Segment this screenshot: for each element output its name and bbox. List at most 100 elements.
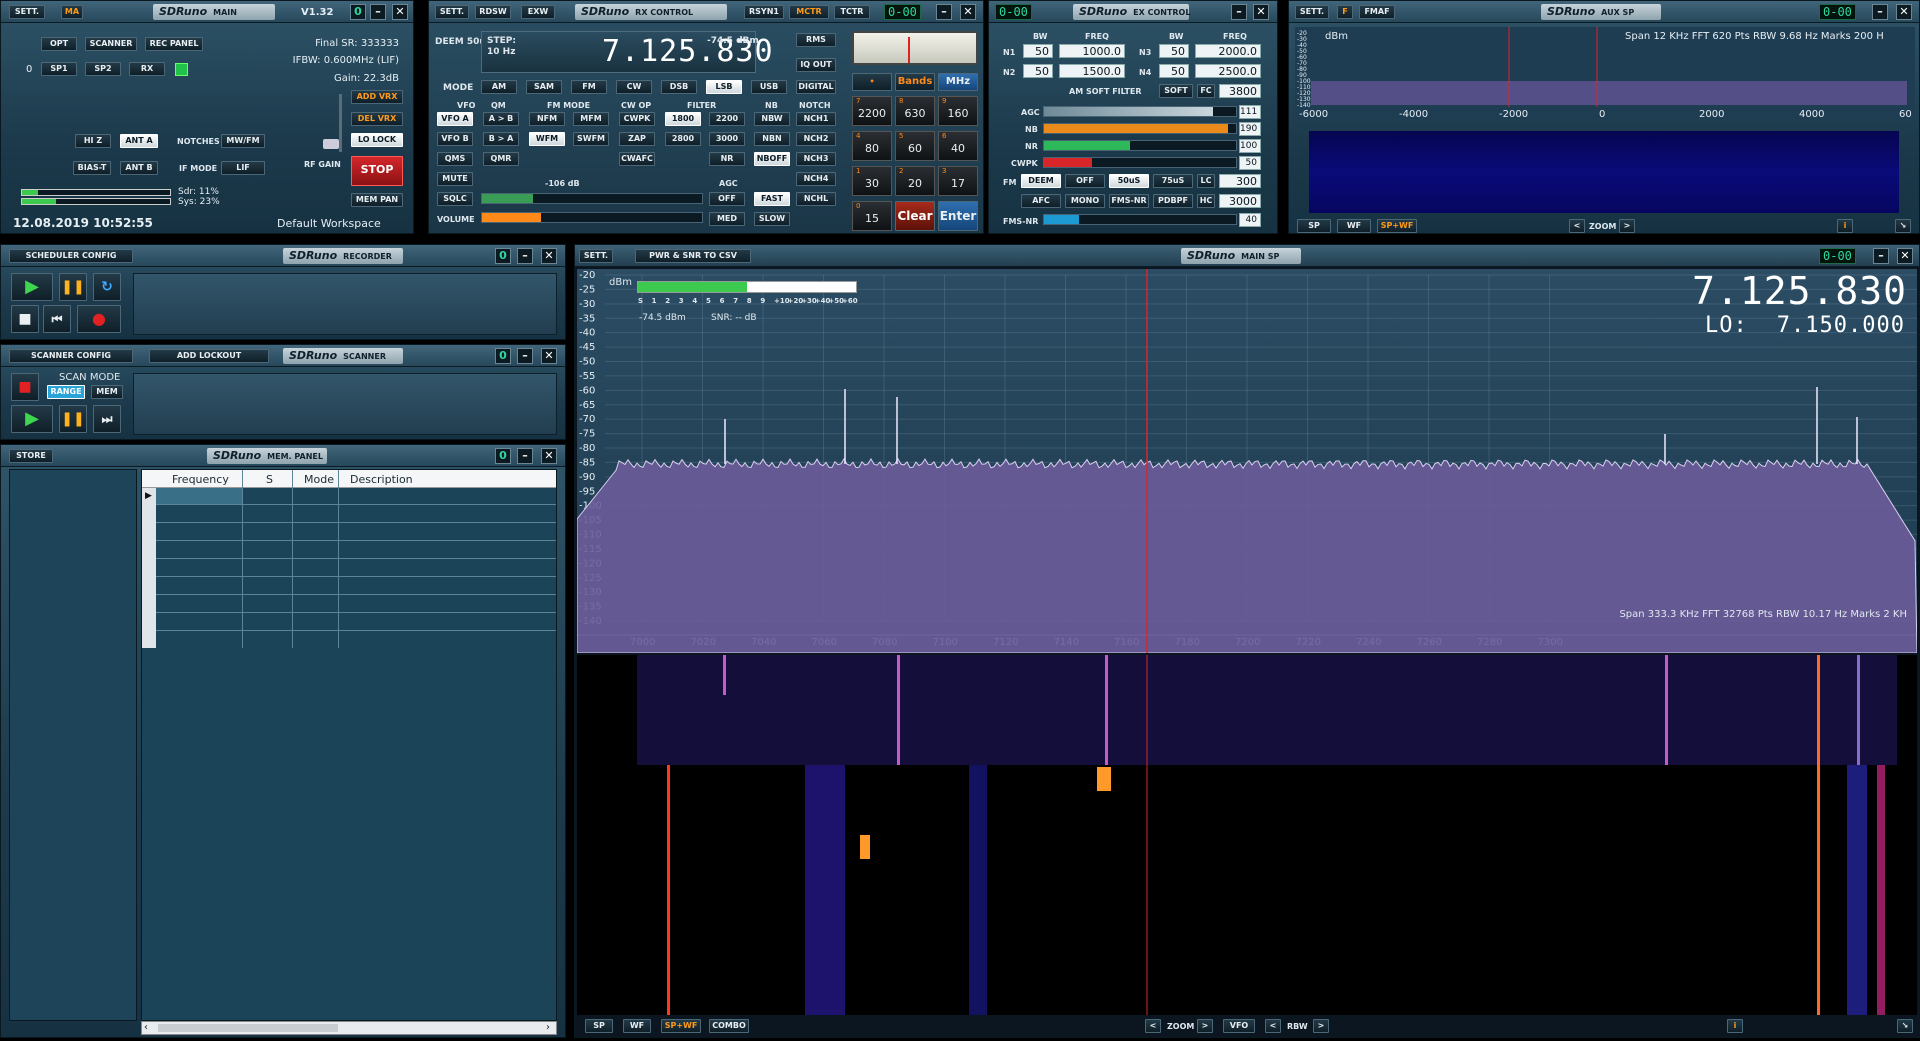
ant-a-button[interactable]: ANT A <box>120 134 158 148</box>
nb-value[interactable]: 190 <box>1239 122 1261 136</box>
nch4-button[interactable]: NCH4 <box>796 172 836 186</box>
mode-digital-button[interactable]: DIGITAL <box>796 80 836 94</box>
filter-3000-button[interactable]: 3000 <box>709 132 745 146</box>
filter-2800-button[interactable]: 2800 <box>665 132 701 146</box>
mem-hscrollbar[interactable]: ‹ › <box>141 1021 557 1035</box>
mem-pan-button[interactable]: MEM PAN <box>351 193 403 207</box>
agc-slow-button[interactable]: SLOW <box>754 212 790 226</box>
soft-button[interactable]: SOFT <box>1159 84 1193 98</box>
band-key-15[interactable]: 0 15 <box>852 201 892 231</box>
deem-button[interactable]: DEEM <box>1021 174 1061 188</box>
qmr-button[interactable]: QMR <box>483 152 519 166</box>
scan-pause-icon[interactable]: ❚❚ <box>59 405 87 433</box>
sp1-button[interactable]: SP1 <box>41 62 77 76</box>
n4-freq-field[interactable]: 2500.0 <box>1195 64 1261 78</box>
n3-bw-field[interactable]: 50 <box>1159 44 1189 58</box>
band-key-17[interactable]: 3 17 <box>938 166 978 196</box>
mem-table[interactable]: Frequency S Mode Description ▶ <box>141 469 557 1021</box>
scanner-button[interactable]: SCANNER <box>85 37 137 51</box>
nfm-button[interactable]: NFM <box>529 112 565 126</box>
bias-t-button[interactable]: BIAS-T <box>73 161 111 175</box>
sp2-button[interactable]: SP2 <box>85 62 121 76</box>
table-row[interactable] <box>156 594 556 595</box>
table-row[interactable] <box>156 504 556 505</box>
mwfm-button[interactable]: MW/FM <box>221 134 265 148</box>
table-row[interactable] <box>156 540 556 541</box>
n2-bw-field[interactable]: 50 <box>1023 64 1053 78</box>
nchl-button[interactable]: NCHL <box>796 192 836 206</box>
scroll-right-icon[interactable]: › <box>546 1022 550 1033</box>
mainsp-minimize-icon[interactable]: – <box>1873 248 1889 264</box>
mhz-button[interactable]: MHz <box>938 73 978 91</box>
scan-stop-icon[interactable]: ■ <box>11 373 39 401</box>
scanner-close-icon[interactable]: ✕ <box>541 348 557 364</box>
table-row[interactable] <box>156 576 556 577</box>
main-spectrum[interactable]: -20 -25 -30 -35 -40 -45 -50 -55 -60 -65 -70 -75 -80 -… <box>577 269 1917 653</box>
rx-minimize-icon[interactable]: – <box>936 4 952 20</box>
vfo-a-button[interactable]: VFO A <box>437 112 473 126</box>
col-mode-header[interactable]: Mode <box>304 473 334 486</box>
fmsnr-button[interactable]: FMS-NR <box>1109 194 1149 208</box>
nch3-button[interactable]: NCH3 <box>796 152 836 166</box>
nr-value[interactable]: 100 <box>1239 139 1261 153</box>
store-button[interactable]: STORE <box>9 449 53 463</box>
band-key-60[interactable]: 5 60 <box>895 131 935 161</box>
mfm-button[interactable]: MFM <box>573 112 609 126</box>
zap-button[interactable]: ZAP <box>619 132 655 146</box>
n2-freq-field[interactable]: 1500.0 <box>1059 64 1125 78</box>
table-row[interactable] <box>156 630 556 631</box>
agc-value[interactable]: 111 <box>1239 105 1261 119</box>
n4-bw-field[interactable]: 50 <box>1159 64 1189 78</box>
agc-fast-button[interactable]: FAST <box>754 192 790 206</box>
mainsp-close-icon[interactable]: ✕ <box>1897 248 1913 264</box>
exw-button[interactable]: EXW <box>521 5 555 19</box>
swfm-button[interactable]: SWFM <box>573 132 609 146</box>
bands-button[interactable]: Bands <box>895 73 935 91</box>
scroll-left-icon[interactable]: ‹ <box>144 1022 148 1033</box>
b-to-a-button[interactable]: B > A <box>483 132 519 146</box>
clear-button[interactable]: Clear <box>895 201 935 231</box>
mode-lsb-button[interactable]: LSB <box>706 80 742 94</box>
band-key-2200[interactable]: 7 2200 <box>852 96 892 126</box>
cwpk-button[interactable]: CWPK <box>619 112 655 126</box>
ex-minimize-icon[interactable]: – <box>1231 4 1247 20</box>
record-pause-icon[interactable]: ❚❚ <box>59 273 87 301</box>
nch2-button[interactable]: NCH2 <box>796 132 836 146</box>
nbn-button[interactable]: NBN <box>754 132 790 146</box>
range-button[interactable]: RANGE <box>47 385 85 399</box>
agc-med-button[interactable]: MED <box>709 212 745 226</box>
rbw-left-button[interactable]: < <box>1265 1019 1281 1033</box>
table-row[interactable] <box>156 522 556 523</box>
qms-button[interactable]: QMS <box>437 152 473 166</box>
vfo-center-button[interactable]: VFO <box>1223 1019 1255 1033</box>
mainsp-info-button[interactable]: i <box>1727 1019 1743 1033</box>
mem-close-icon[interactable]: ✕ <box>541 448 557 464</box>
aux-spwf-button[interactable]: SP+WF <box>1377 219 1417 233</box>
mctr-button[interactable]: MCTR <box>789 5 829 19</box>
ex-close-icon[interactable]: ✕ <box>1253 4 1269 20</box>
band-key-630[interactable]: 8 630 <box>895 96 935 126</box>
rdsw-button[interactable]: RDSW <box>475 5 511 19</box>
rx-close-icon[interactable]: ✕ <box>960 4 976 20</box>
col-frequency-header[interactable]: Frequency <box>172 473 229 486</box>
squelch-slider[interactable] <box>481 193 703 204</box>
mode-sam-button[interactable]: SAM <box>526 80 562 94</box>
lc-field[interactable]: 300 <box>1219 174 1261 188</box>
nr-button[interactable]: NR <box>709 152 745 166</box>
scheduler-config-button[interactable]: SCHEDULER CONFIG <box>9 249 133 263</box>
recorder-minimize-icon[interactable]: – <box>517 248 533 264</box>
cwpk-slider[interactable] <box>1043 157 1237 168</box>
mute-button[interactable]: MUTE <box>437 172 473 186</box>
lif-button[interactable]: LIF <box>221 161 265 175</box>
lc-button[interactable]: LC <box>1197 174 1215 188</box>
enter-button[interactable]: Enter <box>938 201 978 231</box>
rx-sett-button[interactable]: SETT. <box>435 5 469 19</box>
opt-button[interactable]: OPT <box>41 37 77 51</box>
table-row[interactable] <box>156 612 556 613</box>
mainsp-resize-icon[interactable]: ↘ <box>1897 1019 1913 1033</box>
record-icon[interactable]: ● <box>77 305 121 333</box>
col-s-header[interactable]: S <box>266 473 273 486</box>
mainsp-wf-button[interactable]: WF <box>623 1019 651 1033</box>
rsyn1-button[interactable]: RSYN1 <box>744 5 784 19</box>
cwpk-value[interactable]: 50 <box>1239 156 1261 170</box>
